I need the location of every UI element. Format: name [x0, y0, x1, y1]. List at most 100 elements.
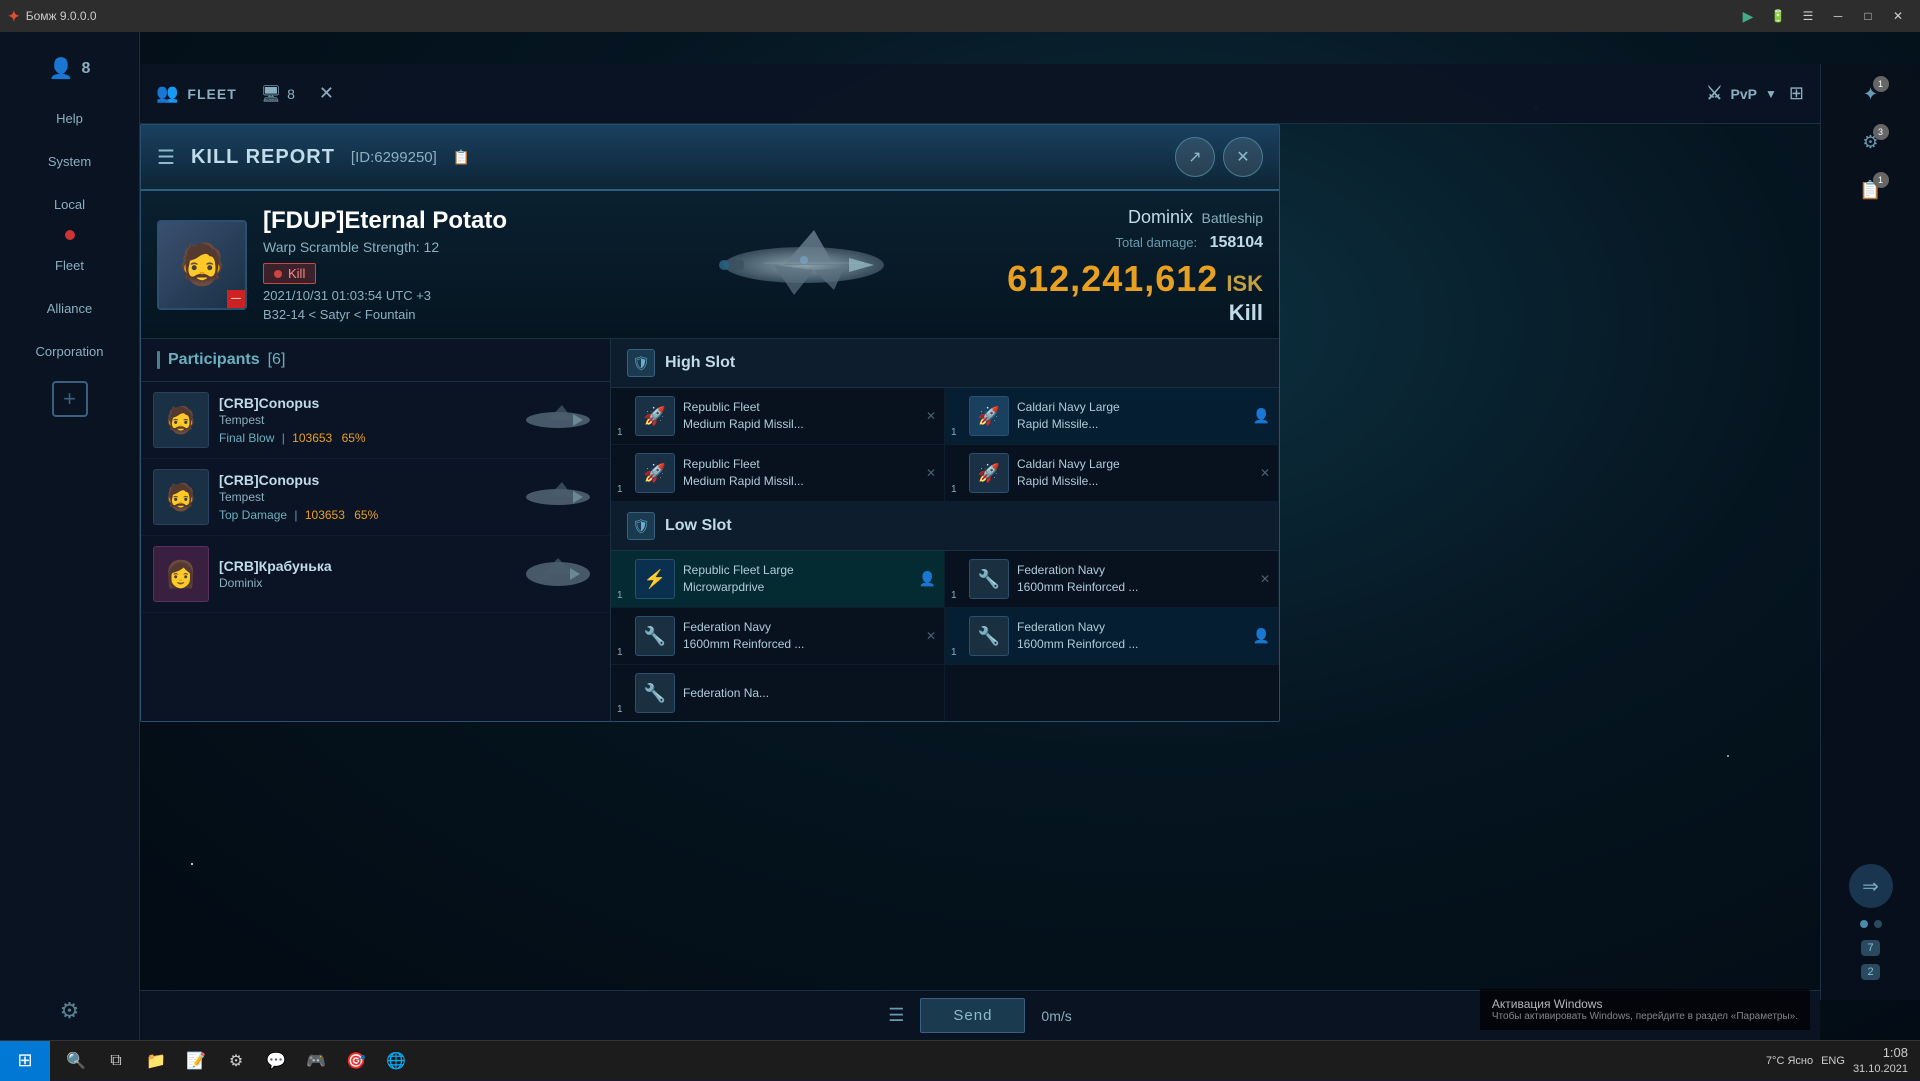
eq-icon: 🔧 [969, 616, 1009, 656]
participant-row[interactable]: 👩 [CRB]Крабунька Dominix [141, 536, 610, 613]
modal-menu-icon[interactable]: ☰ [157, 145, 175, 170]
eq-name: Republic Fleet LargeMicrowarpdrive [683, 562, 794, 596]
right-scroll-buttons: ⇒ 7 2 [1849, 864, 1893, 980]
eq-close-icon[interactable]: ✕ [926, 466, 936, 480]
minimize-btn[interactable]: ─ [1824, 4, 1852, 28]
pvp-button[interactable]: ⚔ PvP ▼ [1706, 83, 1777, 104]
filter-button[interactable]: ⊞ [1789, 83, 1804, 104]
participants-header: Participants [6] [141, 339, 610, 382]
top-nav: 👥 FLEET 🖥 8 ✕ ⚔ PvP ▼ ⊞ [140, 64, 1820, 124]
game-icon-3[interactable]: 🌐 [378, 1043, 414, 1079]
sidebar-item-alliance[interactable]: Alliance [0, 287, 139, 330]
sidebar-item-user[interactable]: 👤 8 [0, 40, 139, 97]
eq-name: Federation Navy1600mm Reinforced ... [683, 619, 804, 653]
fleet-nav-button[interactable]: 👥 FLEET [156, 83, 237, 104]
eq-qty: 1 [617, 427, 623, 438]
right-panel-btn-2[interactable]: ⚙ 3 [1849, 120, 1893, 164]
sidebar-item-system[interactable]: System [0, 140, 139, 183]
sidebar-item-fleet[interactable]: Fleet [0, 244, 139, 287]
start-button[interactable]: ⊞ [0, 1041, 50, 1081]
equipment-item[interactable]: 1 🔧 Federation Navy1600mm Reinforced ...… [945, 608, 1279, 665]
export-button[interactable]: ↗ [1175, 137, 1215, 177]
copy-icon[interactable]: 📋 [453, 149, 470, 166]
low-slot-title: Low Slot [665, 517, 732, 535]
right-arrow-button[interactable]: ⇒ [1849, 864, 1893, 908]
participant-row[interactable]: 🧔 [CRB]Conopus Tempest Top Damage | 1036… [141, 459, 610, 536]
pvp-section: ⚔ PvP ▼ ⊞ [1706, 83, 1804, 104]
eq-close-icon[interactable]: ✕ [926, 629, 936, 643]
eq-close-icon[interactable]: ✕ [926, 409, 936, 423]
explorer-icon[interactable]: 📁 [138, 1043, 174, 1079]
settings-taskbar-icon[interactable]: ⚙ [218, 1043, 254, 1079]
send-button[interactable]: Send [920, 998, 1025, 1033]
equipment-item[interactable]: 1 🔧 Federation Na... [611, 665, 945, 721]
dot-1 [1860, 920, 1868, 928]
right-panel-btn-3[interactable]: 📋 1 [1849, 168, 1893, 212]
wa-text: Чтобы активировать Windows, перейдите в … [1492, 1011, 1798, 1022]
participant-face-1: 🧔 [165, 405, 197, 436]
main-content: ☰ KILL REPORT [ID:6299250] 📋 ↗ ✕ 🧔 — [FD… [140, 124, 1820, 1000]
participant-ship: Tempest [219, 413, 508, 427]
low-slot-header: 🛡 Low Slot [611, 502, 1279, 551]
modal-close-button[interactable]: ✕ [1223, 137, 1263, 177]
sidebar-item-corporation[interactable]: Corporation [0, 330, 139, 373]
high-slot-grid: 1 🚀 Republic FleetMedium Rapid Missil...… [611, 388, 1279, 502]
participant-ship: Tempest [219, 490, 508, 504]
play-btn[interactable]: ▶ [1734, 4, 1762, 28]
monitor-icon: 🖥 [261, 84, 281, 104]
eq-close-icon[interactable]: ✕ [1260, 572, 1270, 586]
close-btn[interactable]: ✕ [1884, 4, 1912, 28]
bottom-menu-icon[interactable]: ☰ [888, 1005, 904, 1026]
notes-icon[interactable]: 📝 [178, 1043, 214, 1079]
participant-row[interactable]: 🧔 [CRB]Conopus Tempest Final Blow | 1036… [141, 382, 610, 459]
low-slot-icon: 🛡 [627, 512, 655, 540]
participant-stats: Top Damage | 103653 65% [219, 508, 508, 522]
weather-display: 7°C Ясно [1766, 1055, 1813, 1067]
eq-qty: 1 [951, 484, 957, 495]
nav-close-button[interactable]: ✕ [319, 83, 334, 104]
equipment-item[interactable]: 1 🔧 Federation Navy1600mm Reinforced ...… [945, 551, 1279, 608]
equipment-section: 🛡 High Slot 1 🚀 Republic FleetMedium Rap… [611, 339, 1279, 721]
kill-dot [274, 270, 282, 278]
victim-name: [FDUP]Eternal Potato [263, 207, 507, 235]
equipment-item[interactable]: 1 🔧 Federation Navy1600mm Reinforced ...… [611, 608, 945, 665]
participant-ship-img [518, 549, 598, 599]
right-badge-2: 3 [1873, 124, 1889, 140]
sidebar-item-help[interactable]: Help [0, 97, 139, 140]
damage-value: 158104 [1210, 234, 1263, 251]
taskbar: ⊞ 🔍 ⧉ 📁 📝 ⚙ 💬 🎮 🎯 🌐 7°C Ясно ENG 1:08 31… [0, 1040, 1920, 1080]
equipment-item[interactable]: 1 🚀 Caldari Navy LargeRapid Missile... 👤 [945, 388, 1279, 445]
participant-face-3: 👩 [165, 559, 197, 590]
person-icon: 👤 [1253, 408, 1270, 425]
stat-pct: 65% [354, 508, 378, 522]
language-display: ENG [1821, 1055, 1845, 1067]
eq-icon: ⚡ [635, 559, 675, 599]
taskview-icon[interactable]: ⧉ [98, 1043, 134, 1079]
right-badge-1: 1 [1873, 76, 1889, 92]
maximize-btn[interactable]: □ [1854, 4, 1882, 28]
search-taskbar-icon[interactable]: 🔍 [58, 1043, 94, 1079]
ship-image [704, 220, 904, 310]
equipment-item[interactable]: 1 ⚡ Republic Fleet LargeMicrowarpdrive 👤 [611, 551, 945, 608]
discord-icon[interactable]: 💬 [258, 1043, 294, 1079]
game-icon-1[interactable]: 🎮 [298, 1043, 334, 1079]
sidebar-item-local[interactable]: Local [0, 183, 139, 226]
eq-close-icon[interactable]: ✕ [1260, 466, 1270, 480]
game-icon-2[interactable]: 🎯 [338, 1043, 374, 1079]
victim-info: [FDUP]Eternal Potato Warp Scramble Stren… [263, 207, 507, 322]
game-area: 👤 8 Help System Local Fleet Alliance Cor… [0, 32, 1920, 1040]
settings-icon[interactable]: ⚙ [60, 998, 80, 1024]
participants-section: Participants [6] 🧔 [CRB]Conopus Tempest … [141, 339, 1279, 721]
kill-report-modal: ☰ KILL REPORT [ID:6299250] 📋 ↗ ✕ 🧔 — [FD… [140, 124, 1280, 722]
ship-image-area [629, 191, 979, 338]
right-dots [1860, 920, 1882, 928]
add-channel-button[interactable]: + [52, 381, 88, 417]
equipment-item[interactable]: 1 🚀 Republic FleetMedium Rapid Missil...… [611, 388, 945, 445]
equipment-item[interactable]: 1 🚀 Caldari Navy LargeRapid Missile... ✕ [945, 445, 1279, 502]
right-panel-btn-1[interactable]: ✦ 1 [1849, 72, 1893, 116]
pvp-label: PvP [1731, 86, 1757, 102]
modal-actions: ↗ ✕ [1175, 137, 1263, 177]
eq-name: Federation Na... [683, 685, 769, 702]
menu-icon[interactable]: ☰ [1794, 4, 1822, 28]
equipment-item[interactable]: 1 🚀 Republic FleetMedium Rapid Missil...… [611, 445, 945, 502]
